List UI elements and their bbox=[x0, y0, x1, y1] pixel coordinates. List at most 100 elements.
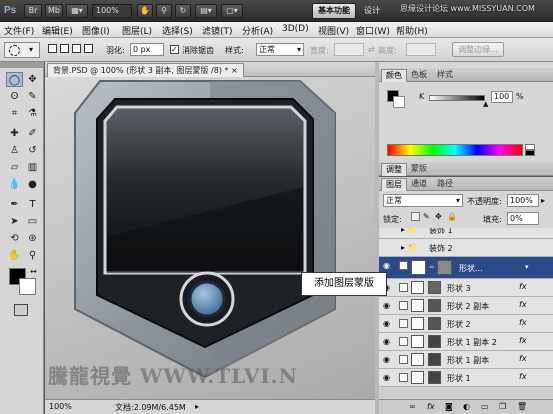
link-layers-icon[interactable]: ∞ bbox=[409, 402, 416, 411]
menu-filter[interactable]: 滤镜(T) bbox=[202, 24, 233, 37]
marquee-tool-icon[interactable]: ◯ bbox=[6, 72, 23, 87]
layer-row[interactable]: ▸ 📁 装饰 1 bbox=[379, 228, 553, 239]
adjustment-layer-icon[interactable]: ◐ bbox=[463, 402, 470, 411]
layer-mask-thumbnail[interactable] bbox=[428, 299, 441, 312]
menu-help[interactable]: 帮助(H) bbox=[396, 24, 428, 37]
fx-icon[interactable]: fx bbox=[519, 372, 527, 381]
chevron-down-icon[interactable]: ▾ bbox=[525, 263, 529, 271]
layer-link-box[interactable] bbox=[399, 373, 408, 382]
lock-transparency-icon[interactable] bbox=[411, 212, 420, 221]
tab-paths[interactable]: 路径 bbox=[433, 178, 457, 191]
zoom-level-select[interactable]: 100% bbox=[92, 4, 132, 18]
color-background-swatch[interactable] bbox=[393, 96, 405, 108]
menu-analysis[interactable]: 分析(A) bbox=[242, 24, 273, 37]
type-tool-icon[interactable]: T bbox=[24, 197, 41, 212]
clone-stamp-tool-icon[interactable]: ♙ bbox=[6, 143, 23, 158]
layer-link-box[interactable] bbox=[399, 355, 408, 364]
layer-row[interactable]: ◉ 形状 2 fx bbox=[379, 315, 553, 333]
crop-tool-icon[interactable]: ⌗ bbox=[6, 106, 23, 121]
layer-mask-thumbnail[interactable] bbox=[437, 260, 452, 275]
quick-selection-tool-icon[interactable]: ✎ bbox=[24, 89, 41, 104]
new-group-icon[interactable]: ▭ bbox=[481, 402, 489, 411]
layer-thumbnail[interactable] bbox=[411, 299, 424, 312]
subtract-selection-icon[interactable] bbox=[72, 44, 81, 53]
screen-mode-button[interactable]: ▢▾ bbox=[221, 4, 243, 18]
3d-rotate-tool-icon[interactable]: ⟲ bbox=[6, 231, 23, 246]
move-tool-icon[interactable]: ✥ bbox=[24, 72, 41, 87]
fx-icon[interactable]: fx bbox=[519, 336, 527, 345]
document-canvas[interactable]: 騰龍視覺 WWW.TLVI.N bbox=[45, 77, 375, 399]
color-spectrum-bar[interactable] bbox=[387, 144, 523, 156]
layer-mask-thumbnail[interactable] bbox=[428, 353, 441, 366]
chevron-down-icon[interactable]: ▸ bbox=[541, 196, 545, 205]
bridge-button[interactable]: Br bbox=[24, 4, 42, 18]
tab-color[interactable]: 颜色 bbox=[381, 69, 407, 82]
lock-pixels-icon[interactable]: ✎ bbox=[423, 212, 430, 221]
menu-layer[interactable]: 图层(L) bbox=[122, 24, 152, 37]
layer-thumbnail[interactable] bbox=[411, 281, 424, 294]
tool-preset-picker[interactable]: ▾ bbox=[4, 42, 40, 58]
eraser-tool-icon[interactable]: ▱ bbox=[6, 160, 23, 175]
healing-brush-tool-icon[interactable]: ✚ bbox=[6, 126, 23, 141]
eye-icon[interactable]: ◉ bbox=[383, 373, 393, 383]
dodge-tool-icon[interactable]: ● bbox=[24, 177, 41, 192]
height-input[interactable] bbox=[406, 43, 436, 56]
layer-row-selected[interactable]: ◉ ∞ 形状... ▾ bbox=[379, 257, 553, 279]
lock-position-icon[interactable]: ✥ bbox=[435, 212, 442, 221]
width-input[interactable] bbox=[334, 43, 364, 56]
3d-orbit-tool-icon[interactable]: ⊛ bbox=[24, 231, 41, 246]
layer-link-box[interactable] bbox=[399, 283, 408, 292]
workspace-essentials-button[interactable]: 基本功能 bbox=[312, 3, 356, 19]
add-layer-mask-icon[interactable]: ◙ bbox=[445, 402, 453, 411]
layer-link-box[interactable] bbox=[399, 319, 408, 328]
shape-tool-icon[interactable]: ▭ bbox=[24, 214, 41, 229]
menu-window[interactable]: 窗口(W) bbox=[356, 24, 390, 37]
layer-thumbnail[interactable] bbox=[411, 335, 424, 348]
fill-input[interactable]: 0% bbox=[507, 212, 539, 225]
fx-icon[interactable]: fx bbox=[519, 354, 527, 363]
background-color-swatch[interactable] bbox=[19, 278, 36, 295]
black-swatch[interactable] bbox=[525, 150, 535, 156]
fx-icon[interactable]: fx bbox=[427, 402, 435, 411]
layer-link-box[interactable] bbox=[399, 261, 408, 270]
tab-masks[interactable]: 蒙版 bbox=[407, 163, 431, 176]
layer-link-box[interactable] bbox=[399, 337, 408, 346]
menu-edit[interactable]: 编辑(E) bbox=[42, 24, 73, 37]
blend-mode-select[interactable]: 正常 ▾ bbox=[383, 194, 463, 207]
gradient-tool-icon[interactable]: ▥ bbox=[24, 160, 41, 175]
menu-image[interactable]: 图像(I) bbox=[82, 24, 110, 37]
layer-thumbnail[interactable] bbox=[411, 317, 424, 330]
blur-tool-icon[interactable]: 💧 bbox=[6, 177, 23, 192]
mini-bridge-button[interactable]: Mb bbox=[45, 4, 63, 18]
eye-icon[interactable]: ◉ bbox=[383, 261, 393, 271]
lasso-tool-icon[interactable]: ʘ bbox=[6, 89, 23, 104]
fx-icon[interactable]: fx bbox=[519, 318, 527, 327]
brush-tool-icon[interactable]: ✐ bbox=[24, 126, 41, 141]
layer-mask-thumbnail[interactable] bbox=[428, 371, 441, 384]
zoom-tool-icon[interactable]: ⚲ bbox=[24, 248, 41, 263]
layer-row[interactable]: ◉ 形状 1 副本 fx bbox=[379, 351, 553, 369]
hand-tool-icon[interactable]: ✋ bbox=[6, 248, 23, 263]
status-doc-info[interactable]: 文档:2.09M/6.45M bbox=[115, 402, 186, 413]
add-to-selection-icon[interactable] bbox=[60, 44, 69, 53]
k-slider-handle[interactable]: ▲ bbox=[483, 100, 488, 108]
layer-row[interactable]: ◉ 形状 2 副本 fx bbox=[379, 297, 553, 315]
eyedropper-tool-icon[interactable]: ⚗ bbox=[24, 106, 41, 121]
lock-all-icon[interactable]: 🔒 bbox=[447, 212, 457, 221]
layer-mask-thumbnail[interactable] bbox=[428, 335, 441, 348]
layer-row[interactable]: ◉ 形状 3 fx bbox=[379, 279, 553, 297]
path-selection-tool-icon[interactable]: ➤ bbox=[6, 214, 23, 229]
pen-tool-icon[interactable]: ✒ bbox=[6, 197, 23, 212]
tab-styles[interactable]: 样式 bbox=[433, 69, 457, 82]
fx-icon[interactable]: fx bbox=[519, 300, 527, 309]
k-slider-track[interactable] bbox=[429, 95, 485, 101]
intersect-selection-icon[interactable] bbox=[84, 44, 93, 53]
eye-icon[interactable]: ◉ bbox=[383, 301, 393, 311]
tab-adjustments[interactable]: 调整 bbox=[381, 163, 407, 176]
link-icon[interactable]: ∞ bbox=[429, 263, 435, 271]
layer-thumbnail[interactable] bbox=[411, 371, 424, 384]
k-value-input[interactable]: 100 bbox=[491, 91, 513, 103]
view-extras-button[interactable]: ▦▾ bbox=[66, 4, 88, 18]
trash-icon[interactable]: 🗑 bbox=[517, 402, 527, 411]
eye-icon[interactable]: ◉ bbox=[383, 355, 393, 365]
